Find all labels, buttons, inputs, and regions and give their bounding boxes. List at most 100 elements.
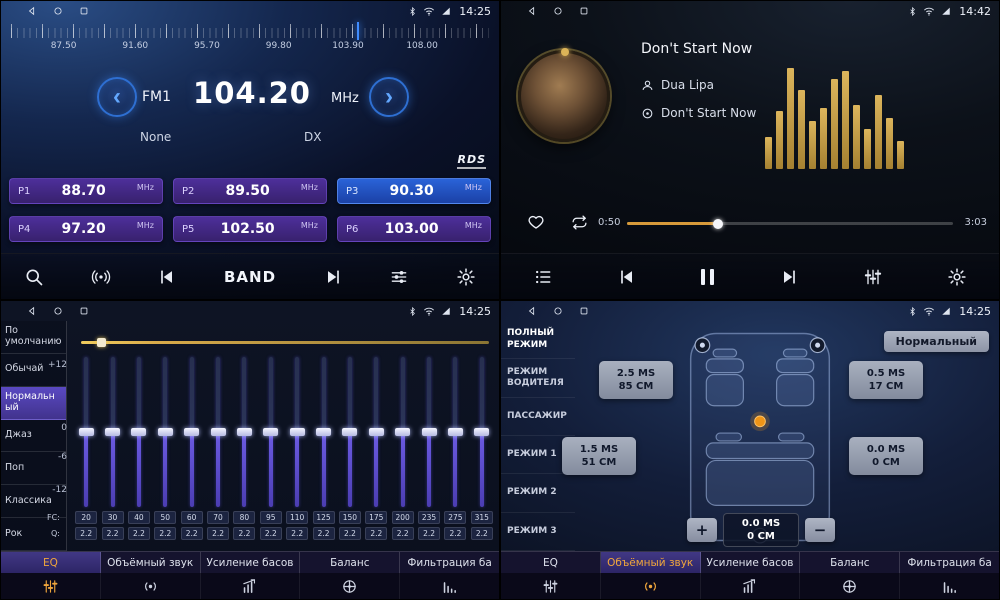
tab-filter[interactable]: Фильтрация ба	[400, 552, 499, 573]
search-icon[interactable]	[24, 267, 44, 287]
tab-eq[interactable]: EQ	[501, 552, 601, 573]
eq-preset-default[interactable]: По умолчанию	[1, 321, 66, 354]
eq-band-slider[interactable]	[231, 357, 257, 507]
preset-p6[interactable]: P6 103.00 MHz	[337, 216, 491, 242]
eq-slider-handle[interactable]	[79, 428, 94, 436]
tab-surround[interactable]: Объёмный звук	[601, 552, 701, 573]
delay-increase-button[interactable]: +	[687, 518, 717, 542]
eq-band-slider[interactable]	[442, 357, 468, 507]
preset-p2[interactable]: P2 89.50 MHz	[173, 178, 327, 204]
frequency-ruler[interactable]: 87.50 91.60 95.70 99.80 103.90 108.00	[11, 24, 489, 58]
nav-home-icon[interactable]	[553, 306, 563, 316]
preset-p4[interactable]: P4 97.20 MHz	[9, 216, 163, 242]
next-track-icon[interactable]	[779, 267, 799, 287]
eq-band-slider[interactable]	[469, 357, 495, 507]
tab-surround[interactable]: Объёмный звук	[101, 552, 201, 573]
eq-band-slider[interactable]	[179, 357, 205, 507]
preset-p3[interactable]: P3 90.30 MHz	[337, 178, 491, 204]
eq-slider-handle[interactable]	[131, 428, 146, 436]
delay-front-left[interactable]: 2.5 MS 85 CM	[599, 361, 673, 399]
pause-icon[interactable]	[701, 269, 714, 285]
settings-icon[interactable]	[947, 267, 967, 287]
nav-back-icon[interactable]	[27, 306, 37, 316]
preset-p1[interactable]: P1 88.70 MHz	[9, 178, 163, 204]
next-station-icon[interactable]	[323, 267, 343, 287]
eq-slider-handle[interactable]	[211, 428, 226, 436]
tab-balance[interactable]: Баланс	[300, 552, 400, 573]
delay-rear-left[interactable]: 1.5 MS 51 CM	[562, 437, 636, 475]
equalizer-icon[interactable]	[389, 267, 409, 287]
tab-balance[interactable]: Баланс	[800, 552, 900, 573]
mode-driver[interactable]: РЕЖИМ ВОДИТЕЛЯ	[501, 359, 575, 397]
master-slider-handle[interactable]	[97, 338, 106, 347]
delay-front-right[interactable]: 0.5 MS 17 CM	[849, 361, 923, 399]
settings-icon[interactable]	[456, 267, 476, 287]
eq-band-slider[interactable]	[258, 357, 284, 507]
filter-icon[interactable]	[400, 573, 499, 599]
eq-slider-handle[interactable]	[369, 428, 384, 436]
eq-band-slider[interactable]	[363, 357, 389, 507]
eq-slider-handle[interactable]	[316, 428, 331, 436]
nav-home-icon[interactable]	[53, 6, 63, 16]
master-level-slider[interactable]	[81, 341, 489, 344]
filter-icon[interactable]	[900, 573, 999, 599]
surround-sound-icon[interactable]	[101, 573, 201, 599]
favorite-icon[interactable]	[527, 213, 545, 235]
tab-filter[interactable]: Фильтрация ба	[900, 552, 999, 573]
nav-back-icon[interactable]	[27, 6, 37, 16]
eq-slider-handle[interactable]	[342, 428, 357, 436]
balance-icon[interactable]	[300, 573, 400, 599]
nav-recents-icon[interactable]	[579, 306, 589, 316]
nav-home-icon[interactable]	[553, 6, 563, 16]
eq-band-slider[interactable]	[99, 357, 125, 507]
band-button[interactable]: BAND	[224, 268, 276, 286]
eq-slider-handle[interactable]	[105, 428, 120, 436]
tab-bass-boost[interactable]: Усиление басов	[701, 552, 801, 573]
previous-track-icon[interactable]	[617, 267, 637, 287]
mode-2[interactable]: РЕЖИМ 2	[501, 474, 575, 512]
nav-back-icon[interactable]	[527, 6, 537, 16]
eq-sliders-icon[interactable]	[1, 573, 101, 599]
equalizer-icon[interactable]	[863, 267, 883, 287]
eq-sliders-icon[interactable]	[501, 573, 601, 599]
eq-slider-handle[interactable]	[448, 428, 463, 436]
delay-rear-right[interactable]: 0.0 MS 0 CM	[849, 437, 923, 475]
eq-band-slider[interactable]	[390, 357, 416, 507]
eq-band-slider[interactable]	[205, 357, 231, 507]
eq-slider-handle[interactable]	[422, 428, 437, 436]
eq-band-slider[interactable]	[126, 357, 152, 507]
broadcast-icon[interactable]	[91, 267, 111, 287]
nav-back-icon[interactable]	[527, 306, 537, 316]
progress-knob[interactable]	[713, 219, 723, 229]
repeat-icon[interactable]	[571, 214, 588, 235]
tab-eq[interactable]: EQ	[1, 552, 101, 573]
mode-3[interactable]: РЕЖИМ 3	[501, 513, 575, 551]
eq-slider-handle[interactable]	[474, 428, 489, 436]
progress-bar[interactable]	[627, 222, 953, 225]
bass-boost-icon[interactable]	[701, 573, 801, 599]
eq-band-slider[interactable]	[310, 357, 336, 507]
tune-down-button[interactable]: ‹	[97, 77, 137, 117]
sound-profile-button[interactable]: Нормальный	[884, 331, 989, 352]
nav-recents-icon[interactable]	[579, 6, 589, 16]
bass-boost-icon[interactable]	[201, 573, 301, 599]
eq-slider-handle[interactable]	[290, 428, 305, 436]
nav-home-icon[interactable]	[53, 306, 63, 316]
eq-band-slider[interactable]	[337, 357, 363, 507]
eq-slider-handle[interactable]	[395, 428, 410, 436]
mode-passenger[interactable]: ПАССАЖИР	[501, 398, 575, 436]
nav-recents-icon[interactable]	[79, 306, 89, 316]
eq-slider-handle[interactable]	[184, 428, 199, 436]
eq-slider-handle[interactable]	[263, 428, 278, 436]
mode-full[interactable]: ПОЛНЫЙ РЕЖИМ	[501, 321, 575, 359]
tune-up-button[interactable]: ›	[369, 77, 409, 117]
eq-slider-handle[interactable]	[158, 428, 173, 436]
eq-band-slider[interactable]	[284, 357, 310, 507]
surround-sound-icon[interactable]	[601, 573, 701, 599]
preset-p5[interactable]: P5 102.50 MHz	[173, 216, 327, 242]
delay-decrease-button[interactable]: −	[805, 518, 835, 542]
eq-slider-handle[interactable]	[237, 428, 252, 436]
balance-icon[interactable]	[800, 573, 900, 599]
eq-band-slider[interactable]	[73, 357, 99, 507]
previous-station-icon[interactable]	[157, 267, 177, 287]
